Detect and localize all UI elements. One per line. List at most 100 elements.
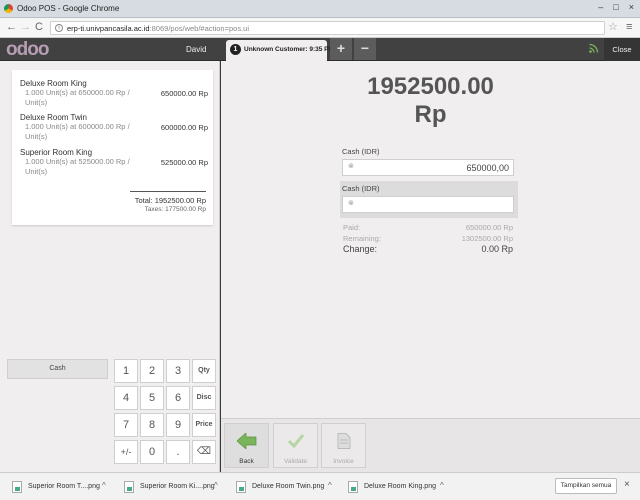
line-info: 1.000 Unit(s) at 525000.00 Rp / Unit(s): [25, 157, 130, 176]
remove-order-button[interactable]: −: [354, 38, 376, 60]
line-price: 600000.00 Rp: [160, 123, 208, 132]
back-label: Back: [239, 458, 254, 465]
chevron-up-icon[interactable]: ^: [102, 481, 106, 490]
odoo-logo: odoo: [6, 39, 49, 60]
remaining-row: Remaining: 1302500.00 Rp: [343, 234, 513, 243]
numpad-sign-button[interactable]: +/-: [114, 440, 138, 464]
payment-method-cash-button[interactable]: Cash: [7, 359, 108, 379]
order-line[interactable]: Deluxe Room Twin 1.000 Unit(s) at 600000…: [20, 113, 208, 141]
image-file-icon: [236, 481, 246, 493]
change-value: 0.00 Rp: [481, 244, 513, 254]
order-number-badge: 1: [230, 44, 241, 55]
back-button[interactable]: Back: [224, 423, 269, 468]
paymentline[interactable]: Cash (IDR) ⊗ 650000,00: [342, 147, 518, 176]
product-name: Deluxe Room Twin: [20, 113, 87, 122]
numpad-key-1[interactable]: 1: [114, 359, 138, 383]
order-summary: Deluxe Room King 1.000 Unit(s) at 650000…: [12, 70, 213, 225]
order-line[interactable]: Superior Room King 1.000 Unit(s) at 5250…: [20, 148, 208, 176]
chevron-up-icon[interactable]: ^: [214, 481, 218, 490]
remaining-value: 1302500.00 Rp: [461, 234, 513, 243]
invoice-label: Invoice: [333, 458, 354, 465]
amount-due-currency: Rp: [414, 101, 447, 128]
image-file-icon: [124, 481, 134, 493]
numpad-key-2[interactable]: 2: [140, 359, 164, 383]
back-arrow-icon: [235, 432, 256, 450]
show-all-downloads-button[interactable]: Tampilkan semua: [555, 478, 617, 494]
window-controls: – □ ×: [598, 2, 634, 12]
chevron-up-icon[interactable]: ^: [440, 481, 444, 490]
download-bar: Superior Room T....png ^ Superior Room K…: [0, 472, 640, 500]
info-icon[interactable]: i: [55, 24, 63, 32]
numpad-price-button[interactable]: Price: [192, 413, 216, 437]
bookmark-star-icon[interactable]: ☆: [608, 20, 618, 33]
validate-button[interactable]: Validate: [273, 423, 318, 468]
paymentline-amount-input[interactable]: ⊗ 650000,00: [342, 159, 514, 176]
product-name: Superior Room King: [20, 148, 93, 157]
connection-status-icon[interactable]: [589, 43, 599, 53]
change-row: Change: 0.00 Rp: [343, 244, 513, 254]
url-input[interactable]: i erp-ti.univpancasila.ac.id:8069/pos/we…: [50, 21, 605, 35]
pos-close-button[interactable]: Close: [604, 38, 640, 61]
amount-due: 1952500.00 Rp: [221, 73, 640, 129]
add-order-button[interactable]: +: [330, 38, 352, 60]
order-totals: Total: 1952500.00 Rp Taxes: 177500.00 Rp: [130, 191, 206, 213]
close-download-bar-icon[interactable]: ×: [624, 479, 630, 490]
download-filename: Superior Room T....png: [28, 483, 100, 490]
download-filename: Deluxe Room Twin.png: [252, 483, 325, 490]
numpad-key-7[interactable]: 7: [114, 413, 138, 437]
image-file-icon: [12, 481, 22, 493]
paymentline-amount-input[interactable]: ⊗: [342, 196, 514, 213]
forward-arrow-icon[interactable]: →: [20, 21, 31, 33]
url-text: erp-ti.univpancasila.ac.id:8069/pos/web/…: [67, 24, 249, 33]
invoice-button[interactable]: Invoice: [321, 423, 366, 468]
delete-paymentline-icon[interactable]: ⊗: [348, 199, 354, 207]
pos-header: odoo David 1 Unknown Customer: 9:35 PM +…: [0, 38, 640, 61]
chrome-icon: [4, 4, 13, 13]
paymentline-selected[interactable]: Cash (IDR) ⊗: [340, 181, 518, 218]
line-info: 1.000 Unit(s) at 650000.00 Rp / Unit(s): [25, 88, 130, 107]
numpad-key-4[interactable]: 4: [114, 386, 138, 410]
order-line[interactable]: Deluxe Room King 1.000 Unit(s) at 650000…: [20, 79, 208, 107]
download-item[interactable]: Deluxe Room Twin.png ^: [236, 479, 336, 495]
numpad-key-6[interactable]: 6: [166, 386, 190, 410]
reload-icon[interactable]: C: [35, 21, 43, 33]
document-icon: [337, 433, 350, 449]
order-tab-label: Unknown Customer: 9:35 PM: [244, 46, 334, 53]
window-close-button[interactable]: ×: [629, 2, 634, 12]
download-item[interactable]: Superior Room Ki....png ^: [124, 479, 224, 495]
user-name[interactable]: David: [186, 45, 206, 54]
line-price: 650000.00 Rp: [160, 89, 208, 98]
checkmark-icon: [287, 434, 304, 449]
numpad-key-5[interactable]: 5: [140, 386, 164, 410]
amount-due-value: 1952500.00: [367, 73, 494, 100]
chevron-up-icon[interactable]: ^: [328, 481, 332, 490]
window-titlebar: Odoo POS - Google Chrome – □ ×: [0, 0, 640, 18]
minimize-button[interactable]: –: [598, 2, 603, 12]
paymentline-label: Cash (IDR): [342, 147, 380, 156]
numpad-key-0[interactable]: 0: [140, 440, 164, 464]
numpad-key-8[interactable]: 8: [140, 413, 164, 437]
download-item[interactable]: Deluxe Room King.png ^: [348, 479, 448, 495]
delete-paymentline-icon[interactable]: ⊗: [348, 162, 354, 170]
chrome-menu-icon[interactable]: ≡: [626, 21, 632, 33]
line-info: 1.000 Unit(s) at 600000.00 Rp / Unit(s): [25, 122, 130, 141]
numpad-key-9[interactable]: 9: [166, 413, 190, 437]
order-taxes: Taxes: 177500.00 Rp: [144, 206, 206, 213]
order-tab[interactable]: 1 Unknown Customer: 9:35 PM: [226, 40, 334, 61]
numpad-disc-button[interactable]: Disc: [192, 386, 216, 410]
back-arrow-icon[interactable]: ←: [6, 21, 17, 33]
image-file-icon: [348, 481, 358, 493]
payment-pane: 1952500.00 Rp Cash (IDR) ⊗ 650000,00 Cas…: [221, 61, 640, 418]
paid-value: 650000.00 Rp: [465, 223, 513, 232]
download-item[interactable]: Superior Room T....png ^: [12, 479, 112, 495]
numpad-qty-button[interactable]: Qty: [192, 359, 216, 383]
action-pad: Back Validate Invoice: [221, 418, 640, 472]
download-filename: Deluxe Room King.png: [364, 483, 436, 490]
order-pane: Deluxe Room King 1.000 Unit(s) at 650000…: [0, 61, 220, 472]
numpad-key-3[interactable]: 3: [166, 359, 190, 383]
address-bar: ← → C i erp-ti.univpancasila.ac.id:8069/…: [0, 18, 640, 38]
order-total: Total: 1952500.00 Rp: [134, 196, 206, 205]
maximize-button[interactable]: □: [613, 2, 618, 12]
numpad-decimal-button[interactable]: .: [166, 440, 190, 464]
backspace-icon[interactable]: ⌫: [192, 440, 216, 464]
